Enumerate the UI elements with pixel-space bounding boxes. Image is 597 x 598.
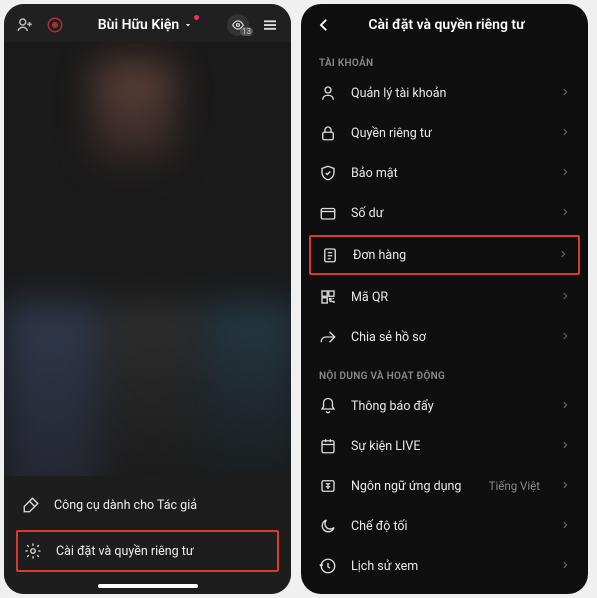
chevron-right-icon: [560, 439, 570, 454]
chevron-right-icon: [558, 248, 568, 263]
row-label: Chế độ tối: [351, 519, 546, 534]
gear-icon: [24, 542, 42, 560]
section-account-label: TÀI KHOẢN: [301, 44, 588, 73]
language-icon: [319, 477, 337, 495]
row-label: Thông báo đẩy: [351, 399, 546, 414]
badge-count: 13: [240, 27, 253, 36]
qr-icon: [319, 288, 337, 306]
row-label: Đơn hàng: [353, 248, 544, 263]
chevron-right-icon: [560, 126, 570, 141]
wallet-icon: [319, 204, 337, 222]
row-label: Sự kiện LIVE: [351, 439, 546, 454]
moon-icon: [319, 517, 337, 535]
row-orders[interactable]: Đơn hàng: [309, 235, 580, 275]
chevron-right-icon: [560, 519, 570, 534]
chevron-right-icon: [560, 290, 570, 305]
settings-header: Cài đặt và quyền riêng tư: [301, 4, 588, 44]
row-label: Lịch sử xem: [351, 559, 546, 574]
person-icon: [319, 84, 337, 102]
row-app-language[interactable]: Ngôn ngữ ứng dụng Tiếng Việt: [301, 466, 588, 506]
menu-label: Cài đặt và quyền riêng tư: [56, 544, 194, 559]
profile-menu-sheet: Công cụ dành cho Tác giả Cài đặt và quyề…: [4, 476, 291, 594]
add-user-icon[interactable]: [16, 16, 34, 34]
creator-tools-icon: [22, 496, 40, 514]
row-privacy[interactable]: Quyền riêng tư: [301, 113, 588, 153]
row-live-events[interactable]: Sự kiện LIVE: [301, 426, 588, 466]
section-content-label: NỘI DUNG VÀ HOẠT ĐỘNG: [301, 357, 588, 386]
row-label: Quyền riêng tư: [351, 126, 546, 141]
menu-settings-privacy[interactable]: Cài đặt và quyền riêng tư: [16, 530, 279, 572]
page-title: Cài đặt và quyền riêng tư: [319, 17, 574, 33]
row-balance[interactable]: Số dư: [301, 193, 588, 233]
row-qr-code[interactable]: Mã QR: [301, 277, 588, 317]
chevron-right-icon: [560, 166, 570, 181]
row-label: Quản lý tài khoản: [351, 86, 546, 101]
username-dropdown[interactable]: Bùi Hữu Kiện: [98, 17, 193, 33]
chevron-right-icon: [560, 86, 570, 101]
username-label: Bùi Hữu Kiện: [98, 17, 179, 33]
record-icon[interactable]: [46, 16, 64, 34]
row-share-profile[interactable]: Chia sẻ hồ sơ: [301, 317, 588, 357]
chevron-right-icon: [560, 399, 570, 414]
calendar-icon: [319, 437, 337, 455]
chevron-right-icon: [560, 206, 570, 221]
row-label: Chia sẻ hồ sơ: [351, 330, 546, 345]
row-watch-history[interactable]: Lịch sử xem: [301, 546, 588, 586]
bell-icon: [319, 397, 337, 415]
menu-icon[interactable]: [261, 16, 279, 34]
settings-screen: Cài đặt và quyền riêng tư TÀI KHOẢN Quản…: [301, 4, 588, 594]
row-label: Ngôn ngữ ứng dụng: [351, 479, 475, 494]
views-badge[interactable]: 13: [227, 14, 249, 36]
home-indicator[interactable]: [98, 584, 198, 588]
row-label: Bảo mật: [351, 166, 546, 181]
row-value: Tiếng Việt: [489, 479, 540, 493]
lock-icon: [319, 124, 337, 142]
share-icon: [319, 328, 337, 346]
row-push-notifications[interactable]: Thông báo đẩy: [301, 386, 588, 426]
menu-label: Công cụ dành cho Tác giả: [54, 498, 197, 513]
row-manage-account[interactable]: Quản lý tài khoản: [301, 73, 588, 113]
chevron-right-icon: [560, 479, 570, 494]
menu-creator-tools[interactable]: Công cụ dành cho Tác giả: [4, 484, 291, 526]
row-security[interactable]: Bảo mật: [301, 153, 588, 193]
profile-body-blurred: [4, 42, 291, 476]
row-label: Mã QR: [351, 290, 546, 305]
profile-screen: Bùi Hữu Kiện 13 Công cụ dành ch: [4, 4, 291, 594]
row-content-preferences[interactable]: Tùy chọn nội dung: [301, 586, 588, 594]
history-icon: [319, 557, 337, 575]
orders-icon: [321, 246, 339, 264]
profile-header: Bùi Hữu Kiện 13: [4, 4, 291, 42]
chevron-right-icon: [560, 330, 570, 345]
row-dark-mode[interactable]: Chế độ tối: [301, 506, 588, 546]
chevron-right-icon: [560, 559, 570, 574]
row-label: Số dư: [351, 206, 546, 221]
notification-dot: [194, 15, 199, 20]
shield-icon: [319, 164, 337, 182]
